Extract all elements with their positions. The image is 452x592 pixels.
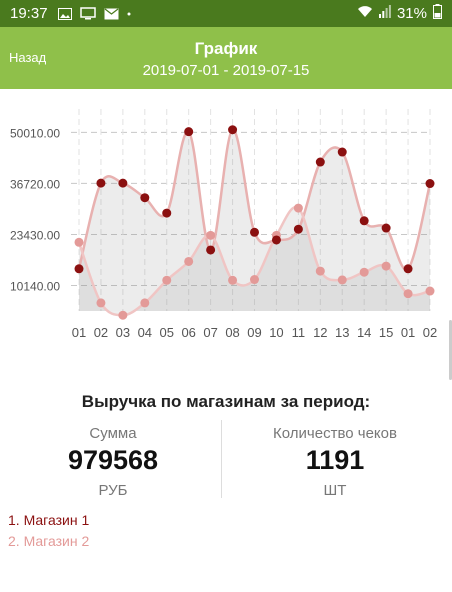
mail-icon xyxy=(104,8,119,20)
data-point-series1 xyxy=(162,208,172,218)
checks-block: Количество чеков 1191 ШТ xyxy=(222,420,448,499)
summary-title: Выручка по магазинам за период: xyxy=(81,392,371,411)
x-tick-label: 14 xyxy=(357,325,371,340)
data-point-series2 xyxy=(425,286,435,296)
data-point-series2 xyxy=(228,275,238,285)
x-tick-label: 09 xyxy=(247,325,261,340)
data-point-series1 xyxy=(96,178,106,188)
data-point-series2 xyxy=(293,203,303,213)
data-point-series2 xyxy=(403,289,413,299)
x-tick-label: 02 xyxy=(423,325,437,340)
data-point-series2 xyxy=(74,237,84,247)
data-point-series2 xyxy=(140,298,150,308)
data-point-series1 xyxy=(425,179,435,189)
data-point-series2 xyxy=(359,267,369,277)
chart-svg: 10140.00 23430.00 36720.00 50010.00 01 02 03 04… xyxy=(10,109,437,340)
x-tick-label: 01 xyxy=(72,325,86,340)
monitor-icon xyxy=(79,7,96,20)
data-point-series2 xyxy=(337,275,347,285)
data-point-series1 xyxy=(293,224,303,234)
legend-item-shop2[interactable]: 2. Магазин 2 xyxy=(8,531,89,552)
checks-label: Количество чеков xyxy=(273,425,397,442)
data-point-series2 xyxy=(96,298,106,308)
x-tick-label: 06 xyxy=(181,325,195,340)
data-point-series1 xyxy=(74,264,84,274)
data-point-series1 xyxy=(403,264,413,274)
data-point-series2 xyxy=(206,230,216,240)
data-point-series1 xyxy=(184,127,194,137)
status-time: 19:37 xyxy=(10,5,48,22)
data-point-series1 xyxy=(140,193,150,203)
signal-icon xyxy=(378,5,391,22)
data-point-series2 xyxy=(381,261,391,271)
x-tick-label: 02 xyxy=(94,325,108,340)
data-point-series1 xyxy=(118,178,128,188)
x-tick-label: 12 xyxy=(313,325,327,340)
x-tick-label: 05 xyxy=(160,325,174,340)
data-point-series1 xyxy=(359,216,369,226)
data-point-series1 xyxy=(315,157,325,167)
battery-percent: 31% xyxy=(396,5,427,22)
y-tick-label: 10140.00 xyxy=(10,280,60,294)
x-tick-label: 13 xyxy=(335,325,349,340)
sum-block: Сумма 979568 РУБ xyxy=(0,420,226,499)
x-tick-label: 08 xyxy=(225,325,239,340)
legend-item-shop1[interactable]: 1. Магазин 1 xyxy=(8,510,89,531)
data-point-series1 xyxy=(271,235,281,245)
image-icon xyxy=(57,7,72,20)
page-title: График xyxy=(194,39,258,58)
wifi-icon xyxy=(357,5,373,22)
sum-value: 979568 xyxy=(67,445,159,475)
y-tick-label: 36720.00 xyxy=(10,177,60,191)
x-tick-label: 15 xyxy=(379,325,393,340)
data-point-series2 xyxy=(184,256,194,266)
sum-label: Сумма xyxy=(89,425,137,442)
data-point-series1 xyxy=(228,125,238,135)
x-tick-label: 11 xyxy=(292,325,306,340)
checks-value: 1191 xyxy=(305,445,365,475)
data-point-series2 xyxy=(118,310,128,320)
x-tick-label: 04 xyxy=(138,325,152,340)
sum-unit: РУБ xyxy=(98,482,128,499)
x-tick-label: 03 xyxy=(116,325,130,340)
x-tick-label: 07 xyxy=(203,325,217,340)
x-tick-label: 10 xyxy=(269,325,283,340)
data-point-series1 xyxy=(206,245,216,255)
revenue-chart[interactable]: 10140.00 23430.00 36720.00 50010.00 01 02 03 04… xyxy=(0,89,452,349)
summary-stats: Сумма 979568 РУБ Количество чеков 1191 Ш… xyxy=(0,420,452,500)
app-bar: Назад График 2019-07-01 - 2019-07-15 xyxy=(0,27,452,89)
data-point-series2 xyxy=(250,275,259,285)
data-point-series1 xyxy=(337,147,347,157)
data-point-series1 xyxy=(250,227,259,237)
y-tick-label: 23430.00 xyxy=(10,228,60,242)
checks-unit: ШТ xyxy=(323,482,347,499)
data-point-series2 xyxy=(162,275,172,285)
data-point-series2 xyxy=(315,266,325,276)
dot-icon xyxy=(127,12,131,16)
x-tick-label: 01 xyxy=(401,325,415,340)
date-range: 2019-07-01 - 2019-07-15 xyxy=(142,62,310,79)
data-point-series1 xyxy=(381,223,391,233)
y-tick-label: 50010.00 xyxy=(10,126,60,140)
status-bar: 19:37 31% xyxy=(0,0,452,27)
legend: 1. Магазин 1 2. Магазин 2 xyxy=(8,510,89,552)
battery-icon xyxy=(433,4,442,23)
